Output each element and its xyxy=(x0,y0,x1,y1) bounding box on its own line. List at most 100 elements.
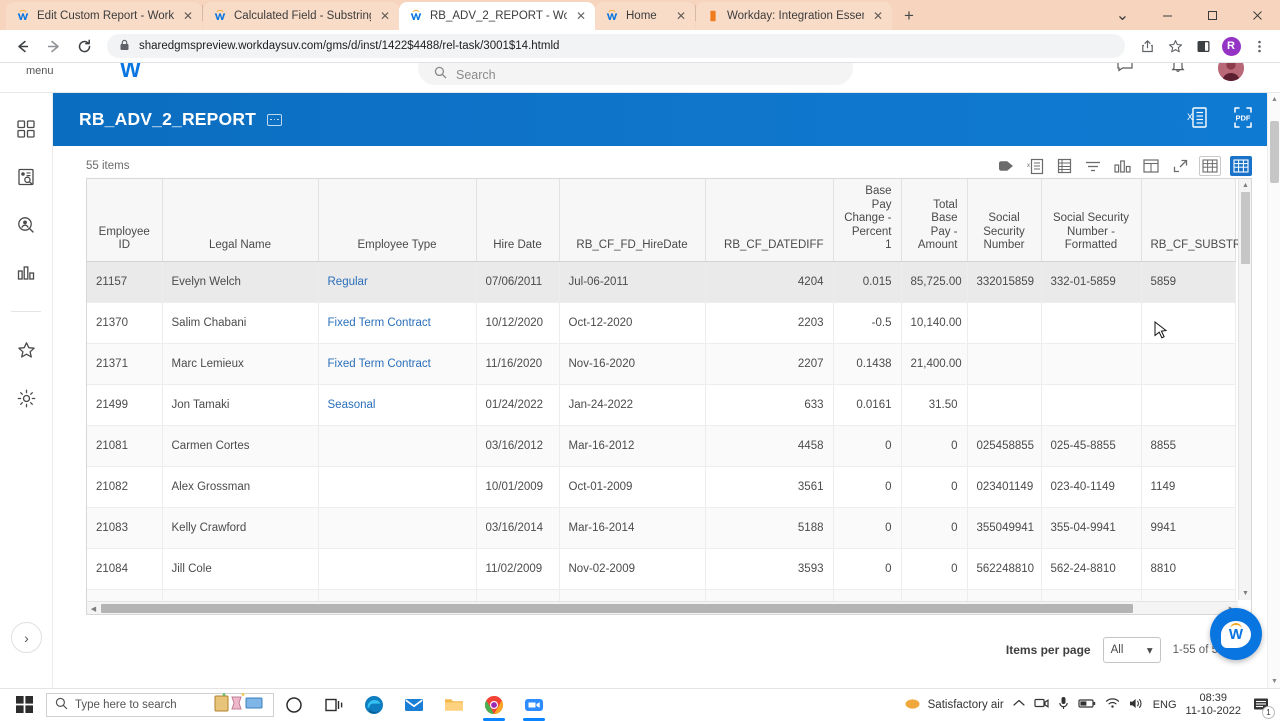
search-input[interactable]: Search xyxy=(418,63,853,85)
settings-gear-icon[interactable] xyxy=(12,384,40,412)
table-row[interactable]: 21371Marc LemieuxFixed Term Contract11/1… xyxy=(87,343,1235,384)
taskbar-search-input[interactable]: Type here to search xyxy=(46,693,274,717)
taskbar-clock[interactable]: 08:39 11-10-2022 xyxy=(1186,692,1241,718)
table-cell[interactable]: Regular xyxy=(318,261,476,302)
close-icon[interactable]: ✕ xyxy=(378,9,392,23)
column-header[interactable]: Social Security Number - Formatted xyxy=(1041,179,1141,261)
table-grid-icon[interactable] xyxy=(1230,156,1252,176)
favorites-star-icon[interactable] xyxy=(12,336,40,364)
apps-grid-icon[interactable] xyxy=(12,115,40,143)
mail-icon[interactable] xyxy=(394,689,434,721)
notification-center-icon[interactable]: 1 xyxy=(1250,694,1272,716)
expand-rail-button[interactable]: › xyxy=(11,622,42,653)
export-excel-icon[interactable]: X xyxy=(1187,106,1208,134)
new-tab-button[interactable]: + xyxy=(896,3,922,29)
battery-icon[interactable] xyxy=(1078,698,1096,712)
browser-tab-3[interactable]: Home ✕ xyxy=(595,2,695,30)
scroll-up-icon[interactable]: ▲ xyxy=(1239,179,1252,192)
file-explorer-icon[interactable] xyxy=(434,689,474,721)
table-row[interactable]: 21084Jill Cole11/02/2009Nov-02-200935930… xyxy=(87,548,1235,589)
share-icon[interactable] xyxy=(1134,33,1160,59)
show-hidden-icons[interactable] xyxy=(1013,698,1025,711)
close-icon[interactable]: ✕ xyxy=(871,9,885,23)
column-header[interactable]: Employee Type xyxy=(318,179,476,261)
microphone-icon[interactable] xyxy=(1058,696,1069,713)
table-row[interactable]: 21370Salim ChabaniFixed Term Contract10/… xyxy=(87,302,1235,343)
employee-type-link[interactable]: Seasonal xyxy=(328,399,376,411)
scroll-down-icon[interactable]: ▼ xyxy=(1239,587,1252,600)
column-header[interactable]: Base Pay Change - Percent 1 xyxy=(833,179,901,261)
address-bar[interactable]: sharedgmspreview.workdaysuv.com/gms/d/in… xyxy=(107,34,1125,58)
export-pdf-icon[interactable]: PDF xyxy=(1232,106,1254,134)
chart-bar-icon[interactable] xyxy=(1112,156,1132,176)
scroll-down-icon[interactable]: ▼ xyxy=(1268,675,1280,688)
scroll-up-icon[interactable]: ▲ xyxy=(1268,93,1280,106)
browser-tab-4[interactable]: Workday: Integration Essential C ✕ xyxy=(696,2,892,30)
table-row[interactable]: 21081Carmen Cortes03/16/2012Mar-16-20124… xyxy=(87,425,1235,466)
table-cell[interactable]: Fixed Term Contract xyxy=(318,343,476,384)
grid-horizontal-scrollbar[interactable]: ◀ ▶ xyxy=(87,601,1238,614)
analytics-icon[interactable] xyxy=(12,259,40,287)
employee-type-link[interactable]: Fixed Term Contract xyxy=(328,358,431,370)
employee-type-link[interactable]: Regular xyxy=(328,276,368,288)
grid-view-icon[interactable] xyxy=(1054,156,1074,176)
column-header[interactable]: Legal Name xyxy=(162,179,318,261)
profile-avatar[interactable]: R xyxy=(1218,33,1244,59)
table-row[interactable]: 21157Evelyn WelchRegular07/06/2011Jul-06… xyxy=(87,261,1235,302)
bookmark-star-icon[interactable] xyxy=(1162,33,1188,59)
close-icon[interactable]: ✕ xyxy=(181,9,195,23)
zoom-icon[interactable] xyxy=(514,689,554,721)
table-row[interactable]: 21083Kelly Crawford03/16/2014Mar-16-2014… xyxy=(87,507,1235,548)
column-header[interactable]: Employee ID xyxy=(87,179,162,261)
close-button[interactable] xyxy=(1235,0,1280,30)
wifi-icon[interactable] xyxy=(1105,697,1120,712)
cortana-icon[interactable] xyxy=(274,689,314,721)
table-row[interactable]: 21499Jon TamakiSeasonal01/24/2022Jan-24-… xyxy=(87,384,1235,425)
tag-icon[interactable] xyxy=(996,156,1016,176)
user-avatar[interactable] xyxy=(1218,63,1244,81)
browser-tab-2[interactable]: RB_ADV_2_REPORT - Workday ✕ xyxy=(399,2,595,30)
column-header[interactable]: RB_CF_SUBSTRI xyxy=(1141,179,1235,261)
column-header[interactable]: RB_CF_FD_HireDate xyxy=(559,179,705,261)
minimize-button[interactable] xyxy=(1145,0,1190,30)
export-excel-icon[interactable]: x xyxy=(1025,156,1045,176)
maximize-button[interactable] xyxy=(1190,0,1235,30)
close-icon[interactable]: ✕ xyxy=(674,9,688,23)
table-compact-icon[interactable] xyxy=(1199,156,1221,176)
browser-tab-0[interactable]: Edit Custom Report - Workday ✕ xyxy=(6,2,202,30)
reload-button[interactable] xyxy=(70,32,98,60)
task-view-icon[interactable] xyxy=(314,689,354,721)
close-icon[interactable]: ✕ xyxy=(574,9,588,23)
volume-icon[interactable] xyxy=(1129,697,1144,713)
menu-icon[interactable]: menu xyxy=(26,65,54,77)
page-scrollbar[interactable]: ▲ ▼ xyxy=(1267,93,1280,688)
forward-button[interactable] xyxy=(39,32,67,60)
expand-icon[interactable] xyxy=(1170,156,1190,176)
column-layout-icon[interactable] xyxy=(1141,156,1161,176)
column-header[interactable]: RB_CF_DATEDIFF xyxy=(705,179,833,261)
column-header[interactable]: Social Security Number xyxy=(967,179,1041,261)
workday-assistant-button[interactable]: W xyxy=(1210,608,1262,660)
browser-tab-1[interactable]: Calculated Field - Substring Text ✕ xyxy=(203,2,399,30)
screen-share-icon[interactable] xyxy=(1034,697,1049,713)
table-cell[interactable]: Fixed Term Contract xyxy=(318,302,476,343)
workday-logo[interactable]: W xyxy=(120,63,140,83)
grid-vertical-scrollbar[interactable]: ▲ ▼ xyxy=(1238,179,1251,600)
scroll-left-icon[interactable]: ◀ xyxy=(87,602,100,615)
scrollbar-thumb[interactable] xyxy=(1270,121,1279,183)
notifications-bell-icon[interactable] xyxy=(1170,63,1186,78)
edge-icon[interactable] xyxy=(354,689,394,721)
scrollbar-thumb[interactable] xyxy=(101,604,1133,613)
inbox-icon[interactable] xyxy=(1116,63,1134,78)
language-indicator[interactable]: ENG xyxy=(1153,699,1177,711)
sidepanel-icon[interactable] xyxy=(1190,33,1216,59)
employee-type-link[interactable]: Fixed Term Contract xyxy=(328,317,431,329)
find-worker-icon[interactable] xyxy=(12,211,40,239)
table-row[interactable]: 21082Alex Grossman10/01/2009Oct-01-20093… xyxy=(87,466,1235,507)
chrome-menu-icon[interactable] xyxy=(1246,33,1272,59)
items-per-page-select[interactable]: All ▾ xyxy=(1103,637,1161,663)
filter-icon[interactable] xyxy=(1083,156,1103,176)
chrome-icon[interactable] xyxy=(474,689,514,721)
weather-widget[interactable]: Satisfactory air xyxy=(904,696,1004,714)
report-search-icon[interactable] xyxy=(12,163,40,191)
